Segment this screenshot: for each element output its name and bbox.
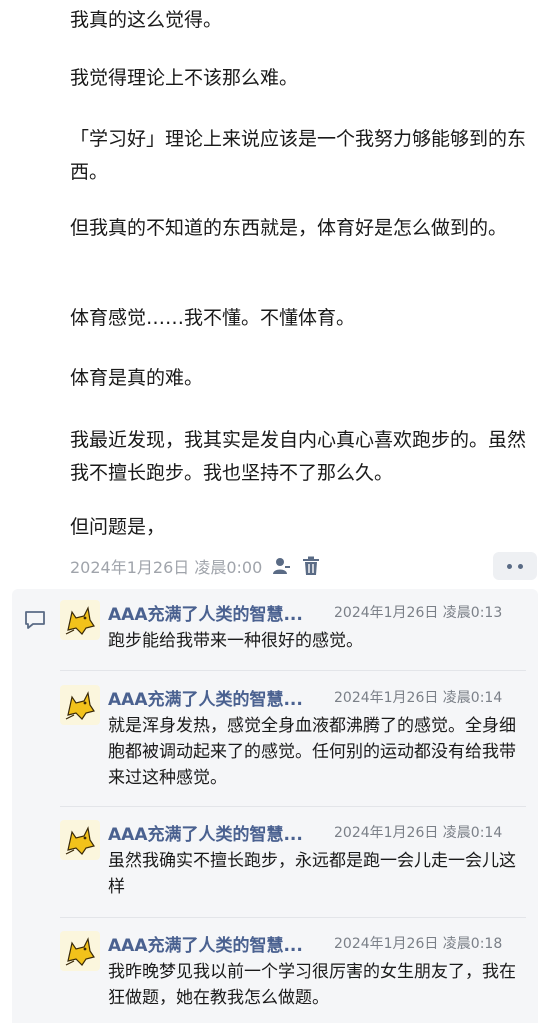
comment-time: 2024年1月26日 凌晨0:18 bbox=[334, 936, 503, 952]
post-paragraph: 我觉得理论上不该那么难。 bbox=[70, 67, 299, 89]
dot bbox=[518, 563, 523, 569]
avatar[interactable] bbox=[60, 685, 100, 725]
dot bbox=[507, 563, 512, 569]
post-meta: 2024年1月26日 凌晨0:00 bbox=[70, 551, 322, 581]
comment-time: 2024年1月26日 凌晨0:13 bbox=[334, 605, 503, 621]
comment-time: 2024年1月26日 凌晨0:14 bbox=[334, 690, 503, 706]
comment-author[interactable]: AAA充满了人类的智慧... bbox=[108, 820, 303, 845]
avatar[interactable] bbox=[60, 820, 100, 860]
comment-item: AAA充满了人类的智慧... 2024年1月26日 凌晨0:13 跑步能给我带来… bbox=[60, 600, 530, 660]
divider bbox=[60, 917, 526, 918]
comment-author[interactable]: AAA充满了人类的智慧... bbox=[108, 931, 303, 956]
person-icon[interactable] bbox=[270, 555, 292, 577]
avatar[interactable] bbox=[60, 600, 100, 640]
post-paragraph: 我真的这么觉得。 bbox=[70, 9, 223, 31]
comment-author[interactable]: AAA充满了人类的智慧... bbox=[108, 685, 303, 710]
post-paragraph: 「学习好」理论上来说应该是一个我努力够能够到的东西。 bbox=[70, 128, 527, 183]
post-paragraph: 体育是真的难。 bbox=[70, 367, 204, 389]
comment-item: AAA充满了人类的智慧... 2024年1月26日 凌晨0:14 虽然我确实不擅… bbox=[60, 820, 530, 900]
post-paragraph: 我最近发现，我其实是发自内心真心喜欢跑步的。虽然我不擅长跑步。我也坚持不了那么久… bbox=[70, 429, 527, 484]
comment-section: AAA充满了人类的智慧... 2024年1月26日 凌晨0:13 跑步能给我带来… bbox=[12, 589, 538, 1023]
post-date: 2024年1月26日 凌晨0:00 bbox=[70, 558, 263, 577]
divider bbox=[60, 670, 526, 671]
comment-text: 跑步能给我带来一种很好的感觉。 bbox=[108, 631, 363, 651]
comment-item: AAA充满了人类的智慧... 2024年1月26日 凌晨0:18 我昨晚梦见我以… bbox=[60, 931, 530, 1011]
comment-author[interactable]: AAA充满了人类的智慧... bbox=[108, 600, 303, 625]
comment-icon[interactable] bbox=[24, 610, 46, 634]
divider bbox=[60, 806, 526, 807]
post-paragraph: 但我真的不知道的东西就是，体育好是怎么做到的。 bbox=[70, 217, 508, 239]
comment-item: AAA充满了人类的智慧... 2024年1月26日 凌晨0:14 就是浑身发热，… bbox=[60, 685, 530, 795]
comment-text: 就是浑身发热，感觉全身血液都沸腾了的感觉。全身细胞都被调动起来了的感觉。任何别的… bbox=[108, 716, 516, 788]
post-paragraph: 体育感觉……我不懂。不懂体育。 bbox=[70, 307, 356, 329]
comment-time: 2024年1月26日 凌晨0:14 bbox=[334, 825, 503, 841]
comment-text: 虽然我确实不擅长跑步，永远都是跑一会儿走一会儿这样 bbox=[108, 851, 516, 897]
post-paragraph: 但问题是， bbox=[70, 516, 166, 538]
comment-text: 我昨晚梦见我以前一个学习很厉害的女生朋友了，我在狂做题，她在教我怎么做题。 bbox=[108, 962, 516, 1008]
trash-icon[interactable] bbox=[300, 555, 322, 577]
avatar[interactable] bbox=[60, 931, 100, 971]
more-dots-icon[interactable] bbox=[493, 552, 537, 580]
